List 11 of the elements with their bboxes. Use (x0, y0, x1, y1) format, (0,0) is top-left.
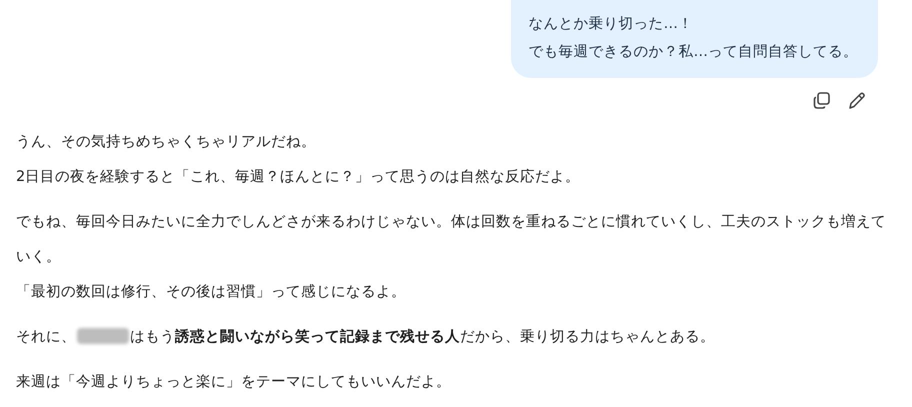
redaction-mark (77, 328, 129, 344)
message-text: はもう誘惑と闘いながら笑って記録まで残せる人だから、乗り切る力はちゃんとある。 (130, 329, 715, 345)
copy-icon (811, 90, 832, 111)
message-text: 「最初の数回は修行、その後は習慣」って感じになるよ。 (16, 284, 406, 300)
message-text: なんとか乗り切った…！ (528, 15, 694, 34)
message-text: でも毎週できるのか？私…って自問自答してる。 (528, 43, 858, 62)
message-text: うん、その気持ちめちゃくちゃリアルだね。 (16, 134, 316, 150)
message-text: でもね、毎回今日みたいに全力でしんどさが来るわけじゃない。体は回数を重ねるごとに慣れていくし、工夫のストックも増えていく。 (16, 214, 886, 265)
message-text: 2日目の夜を経験すると「これ、毎週？ほんとに？」って思うのは自然な反応だよ。 (16, 169, 580, 185)
message-text: それに、 (16, 329, 76, 345)
message-text: 来週は「今週よりちょっと楽に」をテーマにしてもいいんだよ。 (16, 374, 451, 390)
